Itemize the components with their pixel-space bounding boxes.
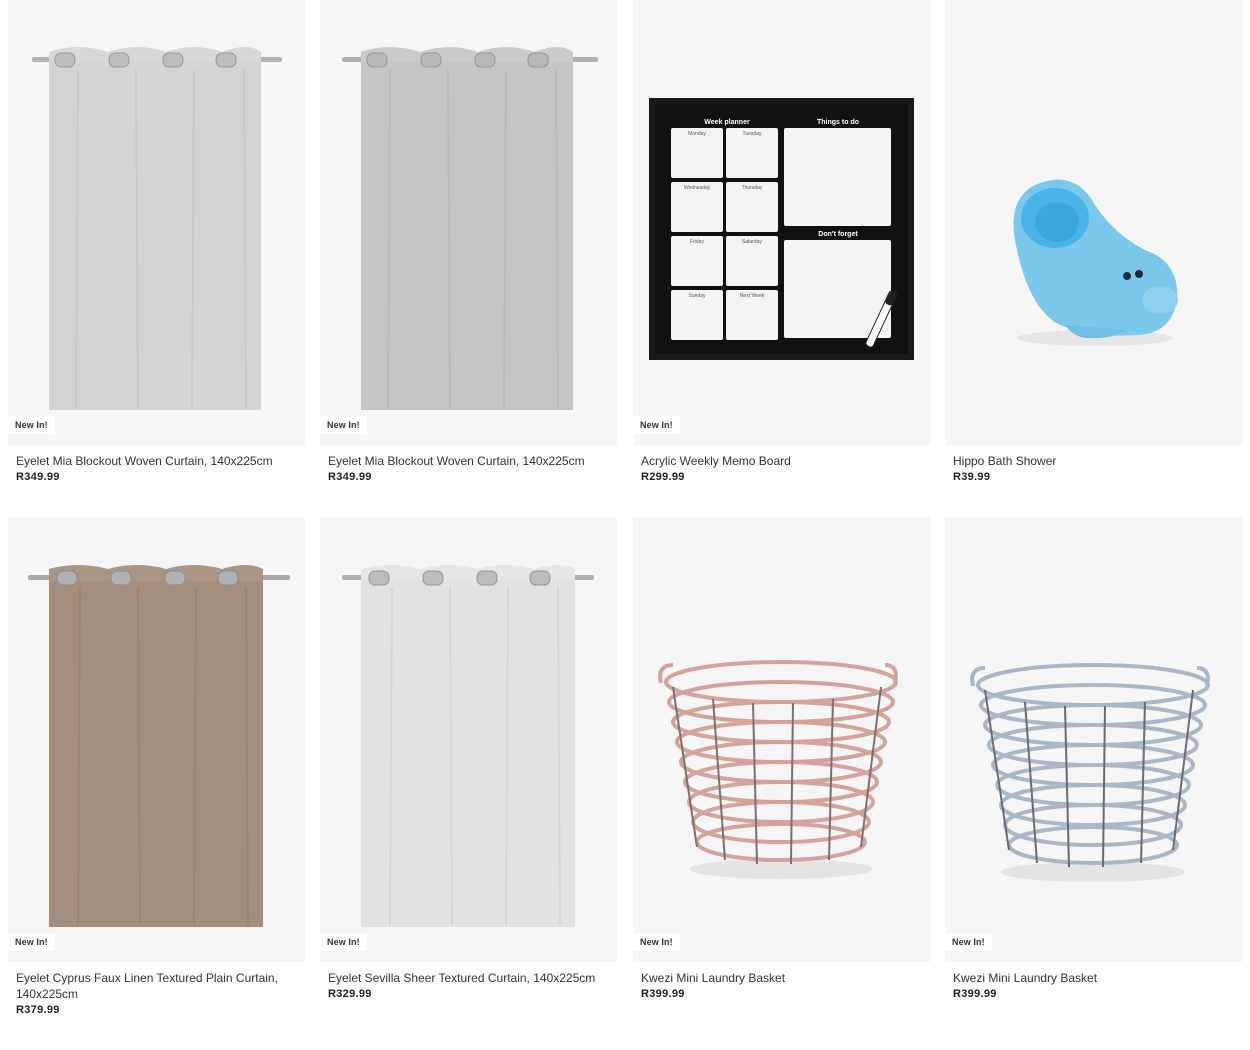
day-label: Thursday bbox=[742, 185, 763, 191]
product-name[interactable]: Eyelet Sevilla Sheer Textured Curtain, 1… bbox=[328, 970, 608, 986]
grey-curtain-image bbox=[32, 47, 282, 410]
hippo-toy-image bbox=[1013, 179, 1178, 346]
product-price: R399.99 bbox=[953, 988, 997, 1000]
product-image[interactable]: New In! bbox=[320, 0, 617, 445]
day-label: Tuesday bbox=[743, 131, 762, 137]
product-image[interactable]: New In! bbox=[8, 517, 305, 962]
product-image[interactable]: New In! bbox=[633, 517, 930, 962]
new-in-badge: New In! bbox=[633, 416, 680, 434]
product-price: R329.99 bbox=[328, 988, 372, 1000]
new-in-badge: New In! bbox=[8, 416, 55, 434]
pink-basket-image bbox=[658, 660, 898, 879]
product-name[interactable]: Eyelet Cyprus Faux Linen Textured Plain … bbox=[16, 970, 296, 1002]
product-name[interactable]: Eyelet Mia Blockout Woven Curtain, 140x2… bbox=[16, 453, 296, 469]
product-card[interactable]: New In! Kwezi Mini Laundry Basket R399.9… bbox=[945, 517, 1242, 1000]
day-label: Monday bbox=[688, 131, 706, 137]
product-card[interactable]: New In! Eyelet Mia Blockout Woven Curtai… bbox=[320, 0, 617, 483]
day-label: Sunday bbox=[689, 293, 706, 299]
new-in-badge: New In! bbox=[320, 416, 367, 434]
product-price: R349.99 bbox=[328, 471, 372, 483]
product-name[interactable]: Kwezi Mini Laundry Basket bbox=[953, 970, 1233, 986]
product-price: R399.99 bbox=[641, 988, 685, 1000]
product-name[interactable]: Acrylic Weekly Memo Board bbox=[641, 453, 921, 469]
product-name[interactable]: Hippo Bath Shower bbox=[953, 453, 1233, 469]
taupe-curtain-image bbox=[28, 565, 290, 927]
day-label: Friday bbox=[690, 239, 704, 245]
day-label: Wednesday bbox=[684, 185, 711, 191]
product-card[interactable]: New In! Eyelet Cyprus Faux Linen Texture… bbox=[8, 517, 305, 1016]
sheer-curtain-image bbox=[342, 565, 594, 927]
product-image[interactable]: New In! bbox=[945, 517, 1242, 962]
product-card[interactable]: New In! Kwezi Mini Laundry Basket R399.9… bbox=[633, 517, 930, 1000]
new-in-badge: New In! bbox=[320, 933, 367, 951]
new-in-badge: New In! bbox=[8, 933, 55, 951]
day-label: Saturday bbox=[742, 239, 763, 245]
product-name[interactable]: Eyelet Mia Blockout Woven Curtain, 140x2… bbox=[328, 453, 608, 469]
new-in-badge: New In! bbox=[945, 933, 992, 951]
product-image[interactable]: Week planner Things to do Don't forget M… bbox=[633, 0, 930, 445]
product-card[interactable]: New In! Eyelet Mia Blockout Woven Curtai… bbox=[8, 0, 305, 483]
grey-curtain-image bbox=[342, 47, 598, 410]
product-image[interactable]: New In! bbox=[8, 0, 305, 445]
product-image[interactable]: New In! bbox=[320, 517, 617, 962]
dont-forget-label: Don't forget bbox=[818, 231, 858, 238]
product-price: R349.99 bbox=[16, 471, 60, 483]
product-card[interactable]: Hippo Bath Shower R39.99 bbox=[945, 0, 1242, 483]
product-name[interactable]: Kwezi Mini Laundry Basket bbox=[641, 970, 921, 986]
product-price: R299.99 bbox=[641, 471, 685, 483]
week-planner-label: Week planner bbox=[704, 119, 750, 126]
day-label: Next Week bbox=[740, 293, 765, 299]
product-card[interactable]: Week planner Things to do Don't forget M… bbox=[633, 0, 930, 483]
product-price: R379.99 bbox=[16, 1004, 60, 1016]
product-price: R39.99 bbox=[953, 471, 991, 483]
memo-board-image: Week planner Things to do Don't forget M… bbox=[649, 98, 914, 360]
new-in-badge: New In! bbox=[633, 933, 680, 951]
things-to-do-label: Things to do bbox=[817, 119, 859, 126]
product-image[interactable] bbox=[945, 0, 1242, 445]
blue-basket-image bbox=[970, 663, 1210, 882]
product-card[interactable]: New In! Eyelet Sevilla Sheer Textured Cu… bbox=[320, 517, 617, 1000]
